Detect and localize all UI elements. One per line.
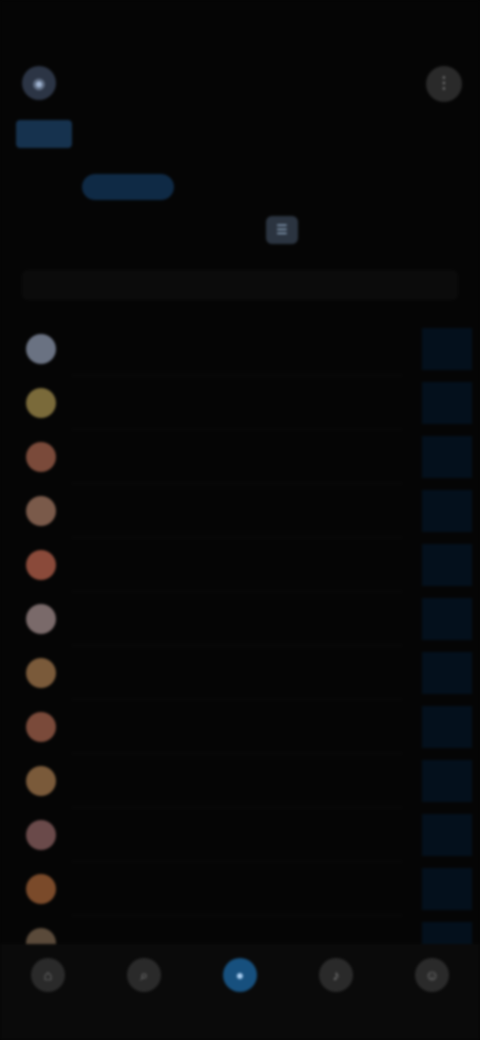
list-header — [22, 270, 458, 300]
list-item-name — [72, 608, 204, 628]
nav-home[interactable]: ⌂ — [18, 958, 78, 1014]
avatar — [26, 712, 56, 742]
list-item[interactable] — [0, 376, 480, 430]
list-item-name — [72, 932, 192, 944]
avatar — [26, 496, 56, 526]
list-item[interactable] — [0, 754, 480, 808]
list-item-value — [426, 772, 466, 788]
avatar — [26, 604, 56, 634]
tab-4[interactable] — [216, 120, 270, 148]
center-action-icon: ● — [223, 958, 257, 992]
list-item[interactable] — [0, 322, 480, 376]
tab-8[interactable] — [442, 120, 476, 148]
nav-notifications[interactable]: ♪ — [306, 958, 366, 1014]
list-item-value — [426, 556, 466, 572]
list-item-value — [426, 880, 466, 896]
filter-icon[interactable]: ☰ — [266, 216, 298, 244]
list-item[interactable] — [0, 430, 480, 484]
list-item-name — [72, 554, 228, 574]
list-item-name — [72, 392, 192, 412]
list-item-value — [426, 664, 466, 680]
list-item-value — [426, 718, 466, 734]
tab-7[interactable] — [392, 120, 436, 148]
subtab-1[interactable] — [22, 174, 74, 200]
list-item-tag — [196, 448, 256, 464]
list-item-name — [72, 500, 164, 520]
list-item-tag — [218, 772, 278, 788]
list-item-name — [72, 770, 212, 790]
nav-profile[interactable]: ☺ — [402, 958, 462, 1014]
avatar — [26, 388, 56, 418]
tab-2[interactable] — [78, 120, 132, 148]
status-time — [40, 20, 110, 38]
page-title — [68, 72, 268, 94]
list-item-tag — [236, 556, 296, 572]
avatar — [26, 334, 56, 364]
list-item-tag — [200, 718, 260, 734]
list-item-value — [426, 502, 466, 518]
list-item-value — [426, 610, 466, 626]
list-item-name — [72, 446, 190, 466]
list-item[interactable] — [0, 808, 480, 862]
list-item-tag — [168, 340, 228, 356]
avatar — [26, 928, 56, 944]
list-item-name — [72, 716, 192, 736]
list-item[interactable] — [0, 646, 480, 700]
list-item[interactable] — [0, 700, 480, 754]
list-item[interactable] — [0, 484, 480, 538]
list-item-tag — [186, 664, 246, 680]
list-item[interactable] — [0, 538, 480, 592]
list-item[interactable] — [0, 862, 480, 916]
tab-6[interactable] — [336, 120, 386, 148]
list-item-name — [72, 338, 162, 358]
list-item-name — [72, 824, 160, 844]
avatar — [26, 658, 56, 688]
status-bar — [0, 0, 480, 58]
list-item-value — [426, 934, 466, 944]
list-item-value — [426, 394, 466, 410]
list — [0, 322, 480, 944]
bottom-nav: ⌂ ⌕ ● ♪ ☺ — [0, 944, 480, 1040]
list-item[interactable] — [0, 916, 480, 944]
profile-icon: ☺ — [415, 958, 449, 992]
avatar — [26, 442, 56, 472]
subtab-row — [0, 170, 480, 204]
list-item-tag — [176, 826, 236, 842]
list-item-tag — [174, 502, 234, 518]
home-icon: ⌂ — [31, 958, 65, 992]
list-item-value — [426, 340, 466, 356]
avatar — [26, 820, 56, 850]
filter-label — [22, 222, 262, 240]
list-item-tag — [200, 934, 260, 944]
status-icons — [352, 20, 452, 38]
nav-search[interactable]: ⌕ — [114, 958, 174, 1014]
list-item-value — [426, 448, 466, 464]
tab-1[interactable] — [16, 120, 72, 148]
tab-3[interactable] — [138, 120, 210, 148]
app-logo-icon[interactable]: ◉ — [22, 66, 56, 100]
avatar — [26, 874, 56, 904]
more-icon[interactable]: ⋮ — [426, 66, 462, 102]
app-header: ◉ ⋮ — [0, 58, 480, 110]
search-icon: ⌕ — [127, 958, 161, 992]
tab-5[interactable] — [276, 120, 330, 148]
nav-center-action[interactable]: ● — [210, 958, 270, 1014]
list-item-name — [72, 878, 228, 898]
filter-row: ☰ — [0, 212, 480, 248]
avatar — [26, 550, 56, 580]
notifications-icon: ♪ — [319, 958, 353, 992]
list-item[interactable] — [0, 592, 480, 646]
list-item-value — [426, 826, 466, 842]
list-item-name — [72, 662, 174, 682]
list-item-tag — [236, 880, 296, 896]
subtab-2[interactable] — [82, 174, 174, 200]
tab-bar — [0, 114, 480, 154]
list-item-tag — [206, 394, 266, 410]
avatar — [26, 766, 56, 796]
list-item-tag — [212, 610, 272, 626]
